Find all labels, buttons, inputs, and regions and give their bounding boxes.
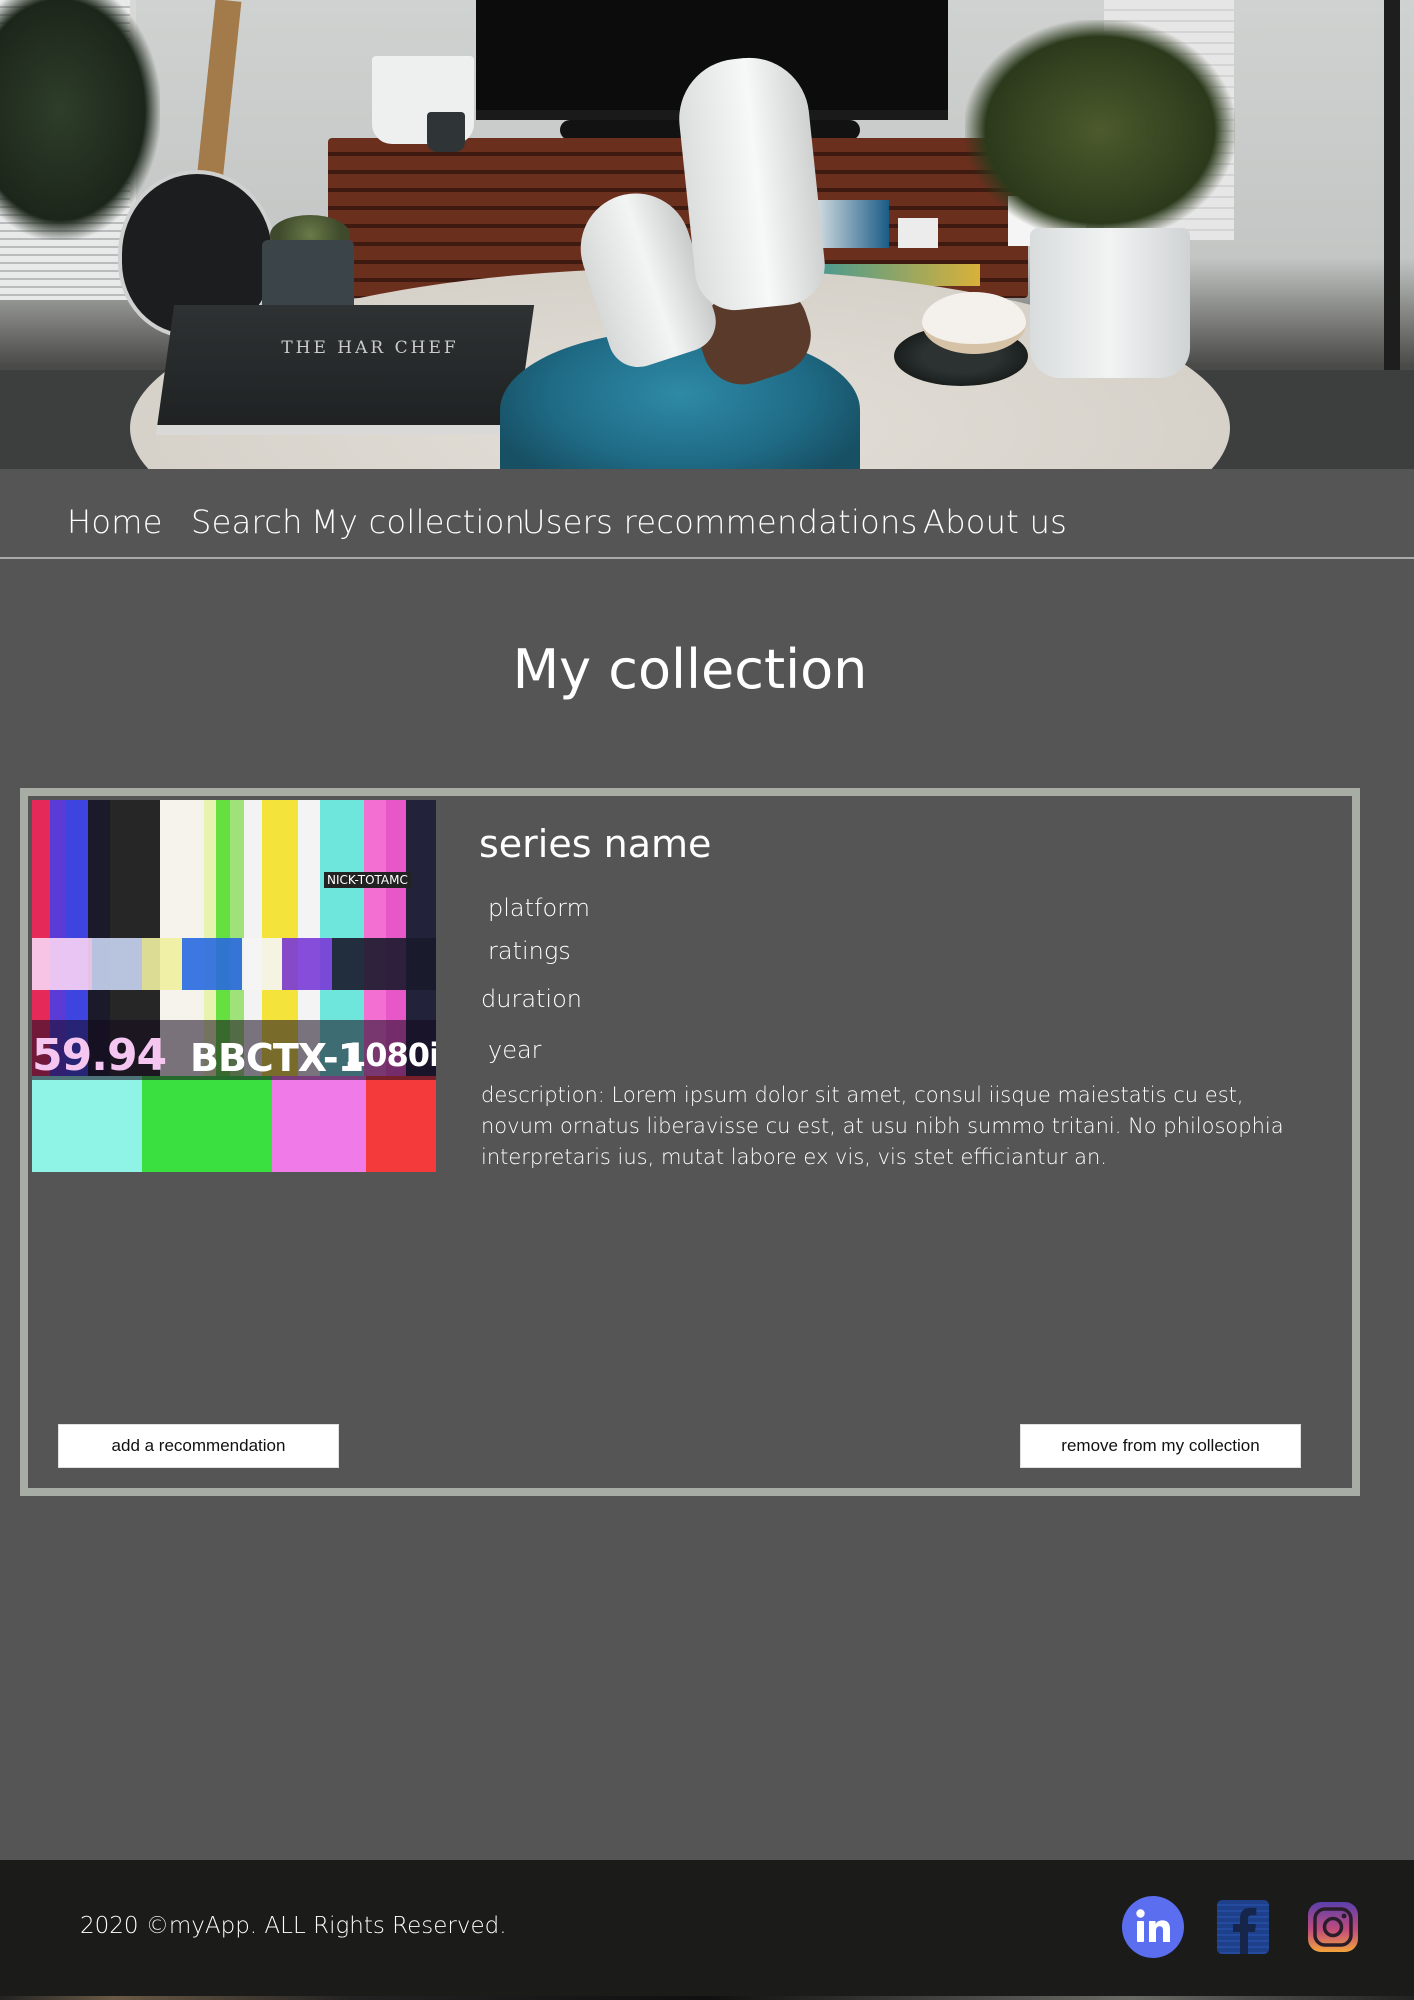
candle: [922, 292, 1026, 354]
plant-pot-right: [1030, 228, 1190, 378]
nav-about-us[interactable]: About us: [923, 503, 1067, 541]
book-title: THE HAR CHEF: [281, 338, 459, 358]
page-title: My collection: [512, 638, 868, 701]
add-recommendation-button[interactable]: add a recommendation: [58, 1424, 339, 1468]
series-year: year: [488, 1036, 542, 1064]
test-card-label: 1080i/59.: [344, 1036, 436, 1074]
series-duration: duration: [481, 985, 582, 1013]
color-bars-middle: [32, 938, 436, 990]
series-ratings: ratings: [488, 937, 571, 965]
series-platform: platform: [488, 894, 590, 922]
linkedin-icon[interactable]: [1122, 1896, 1184, 1958]
test-card-label: 59.94: [32, 1030, 167, 1081]
test-card-label: NICK-TOTAMC: [324, 872, 411, 888]
nav-home[interactable]: Home: [67, 503, 163, 541]
plant-right: [965, 20, 1235, 240]
game-box: [898, 218, 938, 248]
series-description: description: Lorem ipsum dolor sit amet,…: [481, 1083, 1284, 1169]
plant-pot-small: [427, 112, 465, 152]
instagram-icon[interactable]: [1306, 1896, 1360, 1958]
shelf-edge: [1384, 0, 1400, 380]
main-nav: Home Search My collection Users recommen…: [0, 469, 1414, 559]
remove-from-collection-button[interactable]: remove from my collection: [1020, 1424, 1301, 1468]
series-thumbnail: 59.94 BBCTX-1 1080i/59. NICK-TOTAMC: [32, 800, 436, 1172]
footer-copyright: 2020 ©myApp. ALL Rights Reserved.: [80, 1913, 507, 1939]
nav-my-collection[interactable]: My collection: [311, 503, 525, 541]
bottom-image-strip: [0, 1996, 1414, 2000]
nav-users-recommendations[interactable]: Users recommendations: [522, 503, 918, 541]
nav-search[interactable]: Search: [191, 503, 303, 541]
series-name: series name: [479, 822, 712, 866]
test-card-label: BBCTX-1: [190, 1036, 364, 1080]
color-bars-bottom: [32, 1076, 436, 1172]
book: [155, 305, 535, 435]
footer: 2020 ©myApp. ALL Rights Reserved.: [0, 1860, 1414, 1996]
facebook-icon[interactable]: [1215, 1896, 1271, 1958]
hero-image: THE HAR CHEF: [0, 0, 1414, 469]
